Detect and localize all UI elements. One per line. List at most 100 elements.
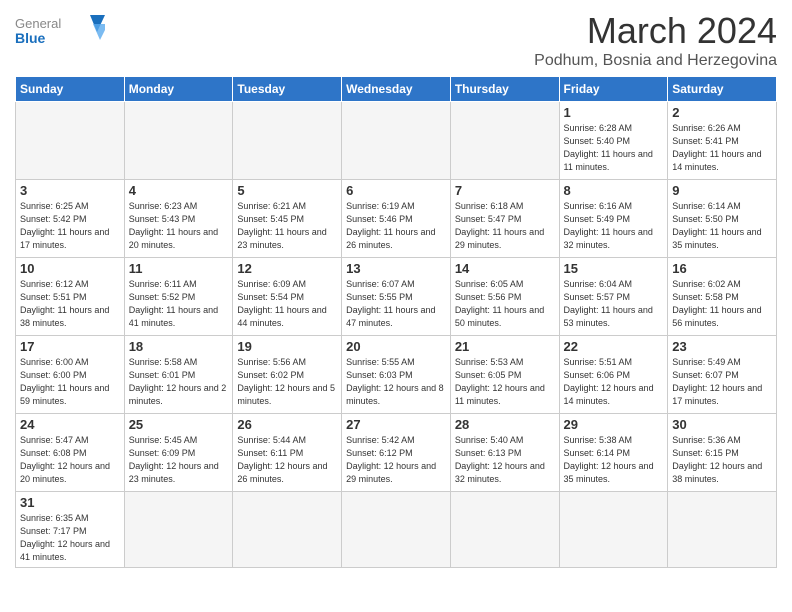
calendar-cell: 1 Sunrise: 6:28 AM Sunset: 5:40 PM Daylig… [559, 102, 668, 180]
logo: General Blue [15, 10, 105, 50]
calendar-cell: 10 Sunrise: 6:12 AM Sunset: 5:51 PM Dayli… [16, 258, 125, 336]
day-info: Sunrise: 6:05 AM Sunset: 5:56 PM Dayligh… [455, 278, 555, 330]
day-number: 30 [672, 417, 772, 432]
day-info: Sunrise: 5:56 AM Sunset: 6:02 PM Dayligh… [237, 356, 337, 408]
day-number: 25 [129, 417, 229, 432]
day-info: Sunrise: 6:14 AM Sunset: 5:50 PM Dayligh… [672, 200, 772, 252]
day-number: 1 [564, 105, 664, 120]
calendar-cell: 18Sunrise: 5:58 AM Sunset: 6:01 PM Dayli… [124, 336, 233, 414]
calendar-cell: 6 Sunrise: 6:19 AM Sunset: 5:46 PM Daylig… [342, 180, 451, 258]
calendar-cell: 4 Sunrise: 6:23 AM Sunset: 5:43 PM Daylig… [124, 180, 233, 258]
day-info: Sunrise: 5:40 AM Sunset: 6:13 PM Dayligh… [455, 434, 555, 486]
logo-svg: General Blue [15, 10, 105, 50]
day-number: 24 [20, 417, 120, 432]
calendar-week-row: 17Sunrise: 6:00 AM Sunset: 6:00 PM Dayli… [16, 336, 777, 414]
day-number: 9 [672, 183, 772, 198]
weekday-header-tuesday: Tuesday [233, 77, 342, 102]
day-info: Sunrise: 5:53 AM Sunset: 6:05 PM Dayligh… [455, 356, 555, 408]
day-number: 4 [129, 183, 229, 198]
calendar-cell [233, 492, 342, 568]
calendar-cell [124, 102, 233, 180]
day-info: Sunrise: 6:04 AM Sunset: 5:57 PM Dayligh… [564, 278, 664, 330]
day-info: Sunrise: 6:26 AM Sunset: 5:41 PM Dayligh… [672, 122, 772, 174]
weekday-header-thursday: Thursday [450, 77, 559, 102]
day-number: 6 [346, 183, 446, 198]
calendar-week-row: 10 Sunrise: 6:12 AM Sunset: 5:51 PM Dayli… [16, 258, 777, 336]
weekday-header-monday: Monday [124, 77, 233, 102]
day-info: Sunrise: 5:45 AM Sunset: 6:09 PM Dayligh… [129, 434, 229, 486]
day-number: 11 [129, 261, 229, 276]
day-info: Sunrise: 6:25 AM Sunset: 5:42 PM Dayligh… [20, 200, 120, 252]
month-year-title: March 2024 [534, 10, 777, 52]
day-number: 16 [672, 261, 772, 276]
day-number: 18 [129, 339, 229, 354]
svg-text:Blue: Blue [15, 30, 46, 46]
calendar-cell: 27 Sunrise: 5:42 AM Sunset: 6:12 PM Dayli… [342, 414, 451, 492]
calendar-week-row: 31 Sunrise: 6:35 AM Sunset: 7:17 PM Dayli… [16, 492, 777, 568]
calendar-week-row: 3 Sunrise: 6:25 AM Sunset: 5:42 PM Daylig… [16, 180, 777, 258]
calendar-cell: 29Sunrise: 5:38 AM Sunset: 6:14 PM Dayli… [559, 414, 668, 492]
day-info: Sunrise: 5:38 AM Sunset: 6:14 PM Dayligh… [564, 434, 664, 486]
day-info: Sunrise: 6:07 AM Sunset: 5:55 PM Dayligh… [346, 278, 446, 330]
calendar-cell: 31 Sunrise: 6:35 AM Sunset: 7:17 PM Dayli… [16, 492, 125, 568]
day-number: 28 [455, 417, 555, 432]
day-number: 8 [564, 183, 664, 198]
day-info: Sunrise: 5:55 AM Sunset: 6:03 PM Dayligh… [346, 356, 446, 408]
day-info: Sunrise: 6:35 AM Sunset: 7:17 PM Dayligh… [20, 512, 120, 564]
day-info: Sunrise: 6:12 AM Sunset: 5:51 PM Dayligh… [20, 278, 120, 330]
calendar-cell: 12Sunrise: 6:09 AM Sunset: 5:54 PM Dayli… [233, 258, 342, 336]
weekday-header-saturday: Saturday [668, 77, 777, 102]
day-number: 10 [20, 261, 120, 276]
calendar-cell [559, 492, 668, 568]
header: General Blue March 2024 Podhum, Bosnia a… [15, 10, 777, 70]
calendar-cell: 2 Sunrise: 6:26 AM Sunset: 5:41 PM Daylig… [668, 102, 777, 180]
calendar-cell [342, 492, 451, 568]
day-number: 20 [346, 339, 446, 354]
day-info: Sunrise: 6:23 AM Sunset: 5:43 PM Dayligh… [129, 200, 229, 252]
calendar-cell: 7Sunrise: 6:18 AM Sunset: 5:47 PM Daylig… [450, 180, 559, 258]
day-number: 5 [237, 183, 337, 198]
calendar-cell: 17Sunrise: 6:00 AM Sunset: 6:00 PM Dayli… [16, 336, 125, 414]
calendar-cell [668, 492, 777, 568]
day-number: 19 [237, 339, 337, 354]
calendar-cell: 30 Sunrise: 5:36 AM Sunset: 6:15 PM Dayli… [668, 414, 777, 492]
day-info: Sunrise: 6:28 AM Sunset: 5:40 PM Dayligh… [564, 122, 664, 174]
calendar-cell: 8Sunrise: 6:16 AM Sunset: 5:49 PM Daylig… [559, 180, 668, 258]
calendar-cell: 20 Sunrise: 5:55 AM Sunset: 6:03 PM Dayli… [342, 336, 451, 414]
calendar-cell: 26Sunrise: 5:44 AM Sunset: 6:11 PM Dayli… [233, 414, 342, 492]
day-number: 31 [20, 495, 120, 510]
day-number: 2 [672, 105, 772, 120]
calendar-cell: 11 Sunrise: 6:11 AM Sunset: 5:52 PM Dayli… [124, 258, 233, 336]
calendar-cell [16, 102, 125, 180]
calendar-cell [124, 492, 233, 568]
location-subtitle: Podhum, Bosnia and Herzegovina [534, 52, 777, 70]
calendar-cell: 25 Sunrise: 5:45 AM Sunset: 6:09 PM Dayli… [124, 414, 233, 492]
calendar-cell: 16 Sunrise: 6:02 AM Sunset: 5:58 PM Dayli… [668, 258, 777, 336]
calendar-table: SundayMondayTuesdayWednesdayThursdayFrid… [15, 76, 777, 568]
day-info: Sunrise: 6:18 AM Sunset: 5:47 PM Dayligh… [455, 200, 555, 252]
calendar-week-row: 24Sunrise: 5:47 AM Sunset: 6:08 PM Dayli… [16, 414, 777, 492]
calendar-cell: 24Sunrise: 5:47 AM Sunset: 6:08 PM Dayli… [16, 414, 125, 492]
day-info: Sunrise: 6:19 AM Sunset: 5:46 PM Dayligh… [346, 200, 446, 252]
day-number: 14 [455, 261, 555, 276]
calendar-cell: 21Sunrise: 5:53 AM Sunset: 6:05 PM Dayli… [450, 336, 559, 414]
calendar-cell: 13 Sunrise: 6:07 AM Sunset: 5:55 PM Dayli… [342, 258, 451, 336]
calendar-cell: 15Sunrise: 6:04 AM Sunset: 5:57 PM Dayli… [559, 258, 668, 336]
day-info: Sunrise: 5:49 AM Sunset: 6:07 PM Dayligh… [672, 356, 772, 408]
day-number: 13 [346, 261, 446, 276]
calendar-cell: 22Sunrise: 5:51 AM Sunset: 6:06 PM Dayli… [559, 336, 668, 414]
day-info: Sunrise: 5:36 AM Sunset: 6:15 PM Dayligh… [672, 434, 772, 486]
title-block: March 2024 Podhum, Bosnia and Herzegovin… [534, 10, 777, 70]
day-number: 17 [20, 339, 120, 354]
day-info: Sunrise: 6:02 AM Sunset: 5:58 PM Dayligh… [672, 278, 772, 330]
day-number: 27 [346, 417, 446, 432]
weekday-header-wednesday: Wednesday [342, 77, 451, 102]
weekday-header-row: SundayMondayTuesdayWednesdayThursdayFrid… [16, 77, 777, 102]
day-number: 3 [20, 183, 120, 198]
day-number: 12 [237, 261, 337, 276]
day-info: Sunrise: 5:42 AM Sunset: 6:12 PM Dayligh… [346, 434, 446, 486]
day-info: Sunrise: 6:21 AM Sunset: 5:45 PM Dayligh… [237, 200, 337, 252]
day-info: Sunrise: 6:11 AM Sunset: 5:52 PM Dayligh… [129, 278, 229, 330]
day-number: 26 [237, 417, 337, 432]
calendar-cell [450, 492, 559, 568]
